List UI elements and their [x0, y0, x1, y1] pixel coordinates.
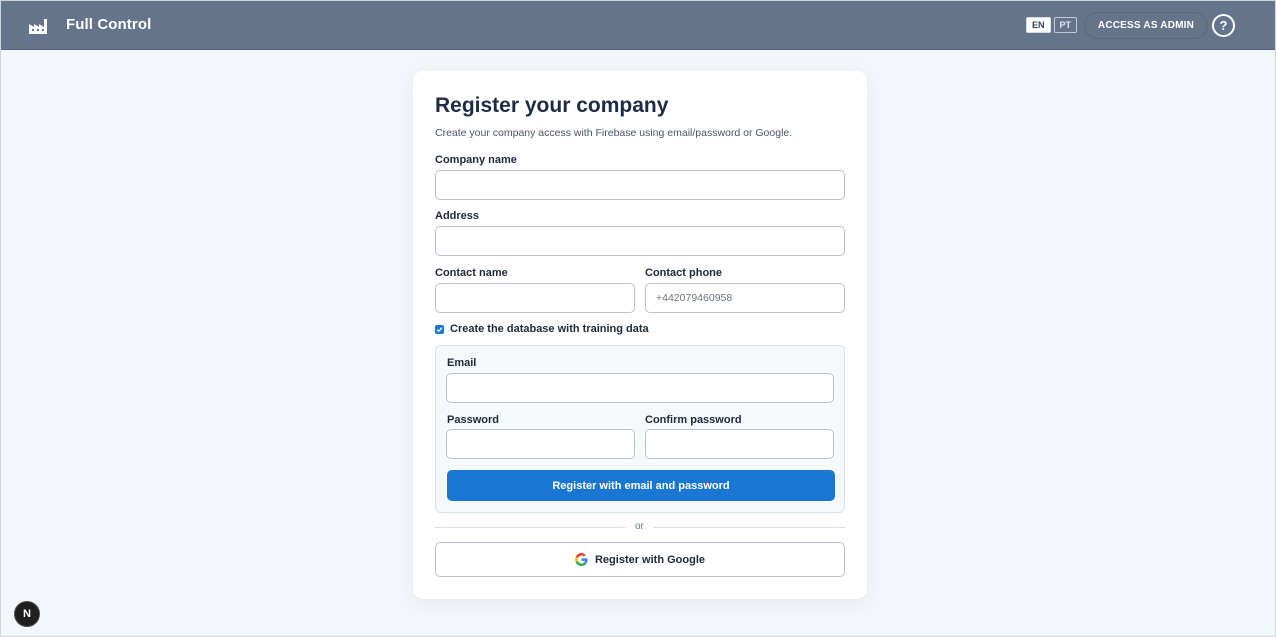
divider-or-text: or: [635, 521, 644, 532]
contact-name-label: Contact name: [435, 267, 508, 279]
checkmark-icon: [436, 326, 443, 332]
page-subtitle: Create your company access with Firebase…: [435, 127, 793, 139]
factory-icon: [29, 19, 47, 34]
contact-name-input[interactable]: [435, 283, 635, 313]
company-name-input[interactable]: [435, 170, 845, 200]
nextjs-icon[interactable]: N: [14, 601, 40, 627]
email-label: Email: [447, 357, 477, 369]
app-title[interactable]: Full Control: [66, 16, 151, 33]
google-button-label: Register with Google: [594, 553, 705, 566]
password-label: Password: [447, 414, 499, 426]
training-data-checkbox[interactable]: [435, 324, 444, 334]
contact-phone-label: Contact phone: [645, 267, 722, 279]
lang-en-button[interactable]: EN: [1026, 17, 1051, 33]
register-email-button[interactable]: Register with email and password: [447, 470, 835, 501]
email-input[interactable]: [446, 373, 834, 403]
training-data-label: Create the database with training data: [450, 323, 649, 335]
register-google-button[interactable]: Register with Google: [435, 542, 845, 577]
password-input[interactable]: [446, 429, 635, 459]
divider-right: [653, 527, 845, 528]
company-name-label: Company name: [435, 154, 517, 166]
training-data-option[interactable]: Create the database with training data: [435, 323, 649, 335]
divider-left: [435, 527, 626, 528]
page: Full Control EN PT ACCESS AS ADMIN ? Reg…: [0, 0, 1276, 637]
address-input[interactable]: [435, 226, 845, 256]
page-title: Register your company: [435, 94, 669, 117]
top-bar: Full Control EN PT ACCESS AS ADMIN ?: [1, 1, 1275, 50]
contact-phone-input[interactable]: [645, 283, 845, 313]
address-label: Address: [435, 210, 480, 222]
confirm-password-input[interactable]: [645, 429, 834, 459]
language-switcher: EN PT: [1026, 17, 1078, 33]
confirm-password-label: Confirm password: [645, 414, 742, 426]
lang-pt-button[interactable]: PT: [1053, 17, 1078, 33]
email-registration-panel: Email Password Confirm password Register…: [435, 345, 845, 513]
help-icon[interactable]: ?: [1212, 14, 1235, 37]
google-icon: [574, 553, 588, 566]
access-as-admin-button[interactable]: ACCESS AS ADMIN: [1084, 12, 1208, 39]
register-card: Register your company Create your compan…: [413, 71, 867, 599]
